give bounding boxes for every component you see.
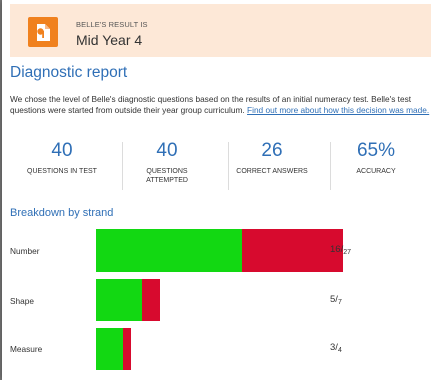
strand-score: 3/4	[330, 342, 342, 354]
score-correct: 5	[330, 294, 336, 305]
strand-score: 5/7	[330, 294, 342, 306]
stat-questions-attempted: 40 QUESTIONS ATTEMPTED	[115, 140, 219, 185]
find-out-more-link[interactable]: Find out more about how this decision wa…	[247, 105, 429, 115]
score-correct: 16	[330, 244, 341, 255]
strand-bar	[96, 328, 131, 370]
bar-incorrect-segment	[123, 328, 131, 370]
stat-questions-in-test: 40 QUESTIONS IN TEST	[10, 140, 114, 177]
score-total: 4	[337, 347, 342, 354]
stat-value: 40	[51, 140, 73, 161]
bar-correct-segment	[96, 279, 142, 321]
strand-label: Number	[10, 246, 40, 256]
stat-value: 65%	[356, 140, 396, 161]
stat-correct-answers: 26 CORRECT ANSWERS	[220, 140, 324, 177]
bar-incorrect-segment	[242, 229, 343, 272]
intro-paragraph: We chose the level of Belle's diagnostic…	[10, 94, 431, 116]
stat-label: ACCURACY	[356, 168, 396, 175]
page-title: Diagnostic report	[10, 64, 128, 81]
breakdown-title: Breakdown by strand	[10, 207, 114, 219]
bar-incorrect-segment	[142, 279, 160, 321]
document-icon	[28, 17, 58, 47]
stat-value: 26	[261, 140, 283, 161]
strand-label: Measure	[10, 344, 43, 354]
report-card: BELLE'S RESULT IS Mid Year 4 Diagnostic …	[2, 0, 431, 380]
strand-row-measure: Measure 3/4	[10, 328, 430, 370]
stat-label: QUESTIONS IN TEST	[27, 168, 97, 175]
stat-label: QUESTIONS ATTEMPTED	[146, 168, 188, 184]
stat-value: 40	[156, 140, 178, 161]
stat-accuracy: 65% ACCURACY	[324, 140, 428, 177]
score-correct: 3	[330, 342, 336, 353]
stat-label: CORRECT ANSWERS	[236, 168, 308, 175]
result-caption: BELLE'S RESULT IS	[76, 20, 148, 29]
strand-row-number: Number 16/27	[10, 229, 430, 272]
stats-panel: 40 QUESTIONS IN TEST 40 QUESTIONS ATTEMP…	[10, 140, 430, 200]
strand-label: Shape	[10, 296, 34, 306]
strand-bar	[96, 279, 160, 321]
bar-correct-segment	[96, 229, 242, 272]
strand-score: 16/27	[330, 244, 352, 256]
score-total: 7	[337, 299, 342, 306]
score-total: 27	[343, 249, 352, 256]
result-value: Mid Year 4	[76, 32, 143, 48]
result-banner: BELLE'S RESULT IS Mid Year 4	[10, 4, 431, 57]
strand-row-shape: Shape 5/7	[10, 279, 430, 321]
bar-correct-segment	[96, 328, 123, 370]
strand-bar	[96, 229, 343, 272]
